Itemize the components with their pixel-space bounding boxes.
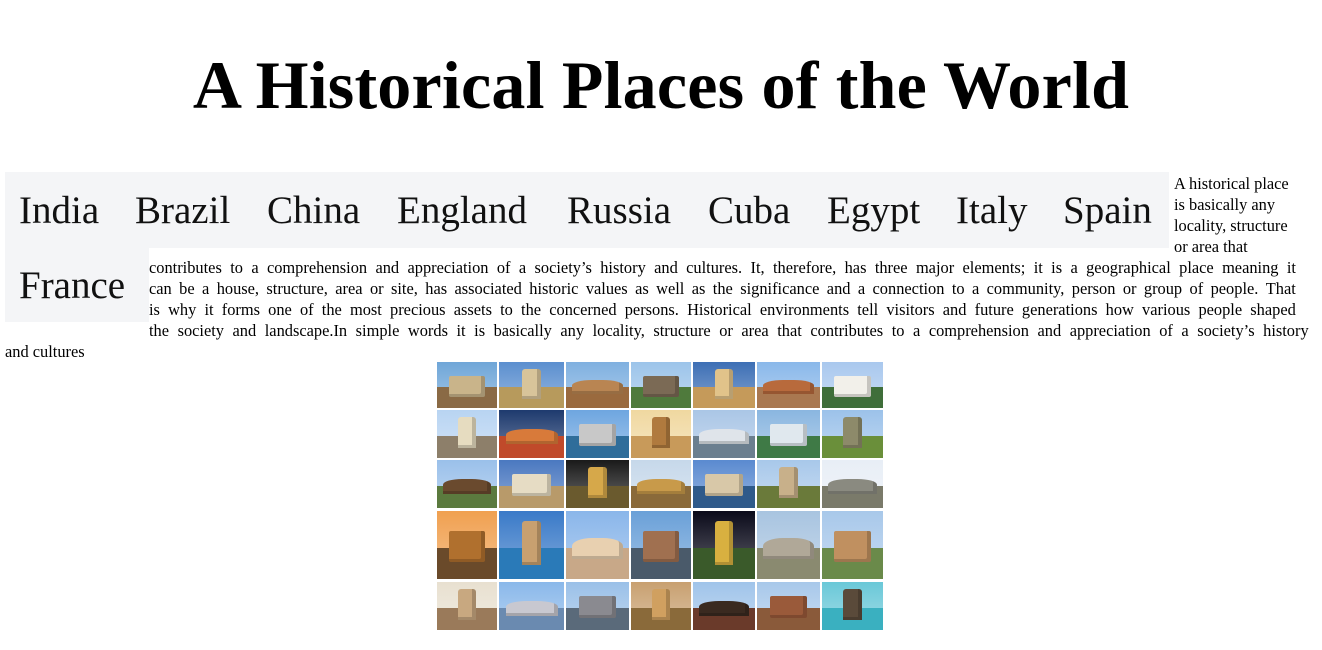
article-line: locality, structure bbox=[1174, 216, 1288, 235]
gallery-thumbnail bbox=[566, 511, 629, 579]
gallery-thumbnail bbox=[757, 511, 820, 579]
gallery-thumbnail bbox=[757, 460, 820, 508]
gallery-thumbnail bbox=[631, 410, 691, 458]
gallery-thumbnail bbox=[437, 410, 497, 458]
gallery-thumbnail bbox=[693, 460, 755, 508]
page: A Historical Places of the World India B… bbox=[0, 0, 1322, 650]
page-title: A Historical Places of the World bbox=[192, 47, 1130, 123]
gallery-thumbnail bbox=[822, 511, 883, 579]
gallery-thumbnail bbox=[437, 582, 497, 630]
gallery-thumbnail bbox=[631, 460, 691, 508]
gallery-thumbnail bbox=[566, 460, 629, 508]
gallery-thumbnail bbox=[822, 410, 883, 458]
article-line: is basically any bbox=[1174, 195, 1276, 214]
gallery-thumbnail bbox=[566, 410, 629, 458]
article-paragraph: A historical place is basically any locali… bbox=[5, 172, 1315, 361]
gallery-thumbnail bbox=[693, 362, 755, 408]
gallery-thumbnail bbox=[499, 410, 564, 458]
gallery-thumbnail bbox=[499, 362, 564, 408]
gallery-thumbnail bbox=[566, 362, 629, 408]
gallery-thumbnail bbox=[437, 362, 497, 408]
gallery-thumbnail bbox=[693, 511, 755, 579]
gallery-thumbnail bbox=[631, 362, 691, 408]
gallery-thumbnail bbox=[566, 582, 629, 630]
gallery-thumbnail bbox=[499, 511, 564, 579]
gallery-thumbnail bbox=[822, 362, 883, 408]
article-line: contributes to a comprehension and appreciati… bbox=[149, 258, 1296, 277]
gallery-thumbnail bbox=[822, 460, 883, 508]
gallery-thumbnail bbox=[693, 582, 755, 630]
gallery-thumbnail bbox=[693, 410, 755, 458]
gallery-thumbnail bbox=[631, 582, 691, 630]
gallery-thumbnail bbox=[757, 582, 820, 630]
gallery-thumbnail bbox=[437, 511, 497, 579]
article-line: the society and landscape.In simple words it is… bbox=[149, 321, 1309, 340]
article-line: can be a house, structure, area or site, has asso… bbox=[149, 279, 1296, 298]
article-line: A historical place bbox=[1174, 174, 1289, 193]
gallery-thumbnail bbox=[631, 511, 691, 579]
gallery-thumbnail bbox=[757, 362, 820, 408]
gallery-thumbnail bbox=[437, 460, 497, 508]
gallery-thumbnail bbox=[499, 582, 564, 630]
main-content: India Brazil China England Russia Cuba E… bbox=[5, 172, 1315, 361]
historical-places-collage bbox=[437, 362, 883, 630]
gallery-thumbnail bbox=[757, 410, 820, 458]
gallery-thumbnail bbox=[499, 460, 564, 508]
gallery-thumbnail bbox=[822, 582, 883, 630]
article-line: or area that bbox=[1174, 237, 1248, 256]
article-line: is why it forms one of the most precious assets to… bbox=[149, 300, 1296, 319]
article-line: and cultures bbox=[5, 342, 85, 361]
